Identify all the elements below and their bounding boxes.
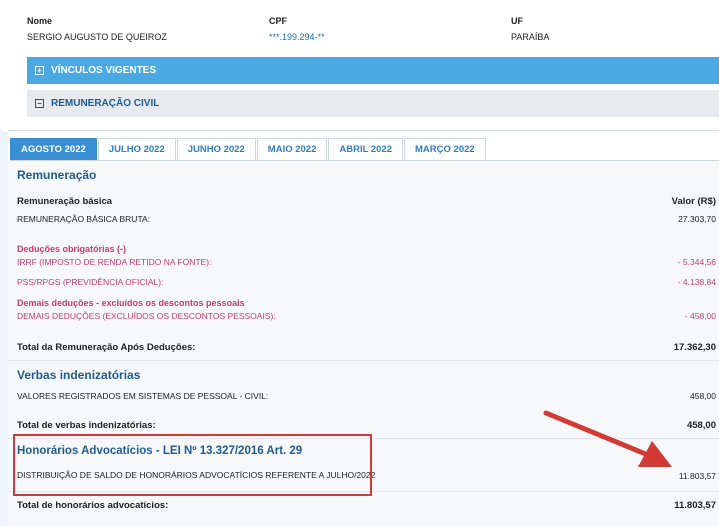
collapse-minus-icon: − bbox=[35, 99, 44, 108]
total-verbas-label: Total de verbas indenizatórias: bbox=[17, 420, 156, 431]
tab-agosto-2022[interactable]: AGOSTO 2022 bbox=[10, 138, 97, 160]
bruta-label: REMUNERAÇÃO BÁSICA BRUTA: bbox=[17, 214, 151, 224]
person-info-row: Nome SERGIO AUGUSTO DE QUEIROZ CPF ***.1… bbox=[0, 16, 719, 46]
total-honorarios-value: 11.803,57 bbox=[674, 500, 716, 511]
total-verbas-value: 458,00 bbox=[686, 420, 716, 431]
cpf-field: CPF ***.199.294-** bbox=[269, 16, 325, 42]
tab-maio-2022[interactable]: MAIO 2022 bbox=[256, 138, 328, 160]
demais-deducoes-title: Demais deduções - excluídos os descontos… bbox=[17, 298, 245, 308]
deducoes-title: Deduções obrigatórias (-) bbox=[17, 244, 127, 254]
honorarios-item-value: 11.803,57 bbox=[678, 471, 716, 481]
uf-value: PARAÍBA bbox=[511, 32, 550, 42]
tab-abril-2022[interactable]: ABRIL 2022 bbox=[328, 138, 404, 160]
month-tabs: AGOSTO 2022 JULHO 2022 JUNHO 2022 MAIO 2… bbox=[10, 138, 487, 160]
valor-header: Valor (R$) bbox=[671, 196, 716, 207]
bruta-value: 27.303,70 bbox=[678, 214, 716, 224]
cpf-value: ***.199.294-** bbox=[269, 32, 325, 42]
verbas-item-label: VALORES REGISTRADOS EM SISTEMAS DE PESSO… bbox=[17, 391, 269, 401]
expand-plus-icon: + bbox=[35, 66, 44, 75]
demais-label: DEMAIS DEDUÇÕES (EXCLUÍDOS OS DESCONTOS … bbox=[17, 311, 276, 321]
total-remuneracao-label: Total da Remuneração Após Deduções: bbox=[17, 342, 196, 353]
red-arrow-icon bbox=[543, 410, 672, 467]
section-divider bbox=[8, 360, 719, 361]
nome-label: Nome bbox=[27, 16, 53, 26]
total-remuneracao-value: 17.362,30 bbox=[673, 342, 716, 353]
uf-label: UF bbox=[511, 16, 523, 26]
demais-value: - 458,00 bbox=[684, 311, 716, 321]
verbas-title: Verbas indenizatórias bbox=[17, 368, 141, 382]
remuneracao-basica-header: Remuneração básica bbox=[17, 196, 113, 207]
irrf-label: IRRF (IMPOSTO DE RENDA RETIDO NA FONTE): bbox=[17, 257, 212, 267]
nome-field: Nome SERGIO AUGUSTO DE QUEIROZ bbox=[27, 16, 167, 42]
uf-field: UF PARAÍBA bbox=[511, 16, 549, 42]
nome-value: SERGIO AUGUSTO DE QUEIROZ bbox=[27, 32, 167, 42]
accordion-vinculos-vigentes[interactable]: + VÍNCULOS VIGENTES bbox=[27, 57, 719, 84]
accordion-vinculos-label: VÍNCULOS VIGENTES bbox=[51, 65, 157, 76]
cpf-label: CPF bbox=[269, 16, 287, 26]
total-honorarios-label: Total de honorários advocatícios: bbox=[17, 500, 169, 511]
highlight-box bbox=[13, 434, 372, 496]
verbas-item-value: 458,00 bbox=[690, 391, 716, 401]
irrf-value: - 5.344,56 bbox=[677, 257, 716, 267]
pss-label: PSS/RPGS (PREVIDÊNCIA OFICIAL): bbox=[17, 277, 164, 287]
remuneracao-title: Remuneração bbox=[17, 168, 97, 182]
servant-info-card: Nome SERGIO AUGUSTO DE QUEIROZ CPF ***.1… bbox=[0, 0, 719, 132]
accordion-remuneracao-label: REMUNERAÇÃO CIVIL bbox=[51, 98, 160, 109]
tab-julho-2022[interactable]: JULHO 2022 bbox=[97, 138, 176, 160]
pss-value: - 4.138,84 bbox=[677, 277, 716, 287]
tab-junho-2022[interactable]: JUNHO 2022 bbox=[176, 138, 256, 160]
accordion-remuneracao-civil[interactable]: − REMUNERAÇÃO CIVIL bbox=[27, 90, 719, 117]
tab-marco-2022[interactable]: MARÇO 2022 bbox=[404, 138, 486, 160]
